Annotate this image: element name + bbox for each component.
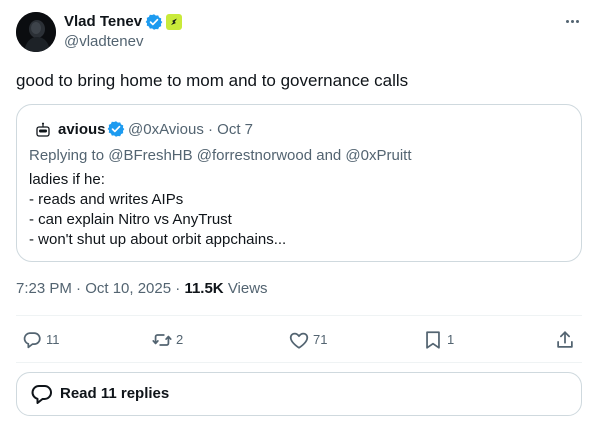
more-icon[interactable] bbox=[562, 14, 582, 28]
quote-line: - won't shut up about orbit appchains... bbox=[29, 231, 287, 248]
author-avatar[interactable] bbox=[16, 12, 56, 52]
quote-handle-and-date: @0xAvious · Oct 7 bbox=[128, 120, 253, 140]
like-icon bbox=[289, 332, 309, 349]
like-count: 71 bbox=[313, 332, 328, 347]
like-button[interactable]: 71 bbox=[288, 328, 327, 352]
quote-line: - can explain Nitro vs AnyTrust bbox=[29, 211, 232, 228]
read-replies-button[interactable]: Read 11 replies bbox=[16, 372, 582, 416]
affiliation-badge-icon[interactable] bbox=[166, 14, 182, 30]
author-handle[interactable]: @vladtenev bbox=[64, 32, 143, 52]
reply-icon bbox=[23, 332, 41, 349]
post-timestamp[interactable]: 7:23 PM · Oct 10, 2025 bbox=[16, 280, 171, 297]
tweet-text: good to bring home to mom and to governa… bbox=[16, 71, 409, 90]
reply-button[interactable]: 11 bbox=[21, 328, 60, 352]
bookmark-icon bbox=[426, 331, 440, 349]
quote-date[interactable]: · Oct 7 bbox=[208, 121, 253, 138]
divider bbox=[16, 362, 582, 363]
views-label: Views bbox=[227, 280, 268, 297]
repost-button[interactable]: 2 bbox=[151, 328, 183, 352]
divider bbox=[16, 315, 582, 316]
verified-badge-icon[interactable] bbox=[145, 13, 163, 31]
quote-replying-to: Replying to @BFreshHB @forrestnorwood an… bbox=[29, 147, 412, 164]
repost-count: 2 bbox=[176, 332, 184, 347]
quote-text: ladies if he: - reads and writes AIPs - … bbox=[29, 170, 286, 250]
reply-count: 11 bbox=[46, 332, 60, 347]
quote-verified-badge-icon bbox=[107, 121, 125, 137]
bookmark-button[interactable]: 1 bbox=[422, 328, 454, 352]
replies-bubble-icon bbox=[31, 385, 52, 404]
quote-author-avatar[interactable] bbox=[33, 121, 53, 141]
quote-author-name[interactable]: avious bbox=[58, 120, 106, 140]
views-count: 11.5K bbox=[184, 280, 224, 297]
quote-line: - reads and writes AIPs bbox=[29, 191, 184, 208]
post-meta: 7:23 PM · Oct 10, 2025 · 11.5K Views bbox=[16, 280, 268, 297]
author-name[interactable]: Vlad Tenev bbox=[64, 12, 142, 32]
read-replies-label: Read 11 replies bbox=[60, 385, 170, 402]
quote-line: ladies if he: bbox=[29, 171, 105, 188]
bookmark-count: 1 bbox=[447, 332, 455, 347]
repost-icon bbox=[152, 334, 172, 346]
quoted-post[interactable]: avious @0xAvious · Oct 7 Replying to @BF… bbox=[16, 104, 582, 262]
quote-author-handle[interactable]: @0xAvious bbox=[128, 121, 204, 138]
share-icon bbox=[557, 331, 573, 348]
share-button[interactable] bbox=[554, 328, 576, 352]
